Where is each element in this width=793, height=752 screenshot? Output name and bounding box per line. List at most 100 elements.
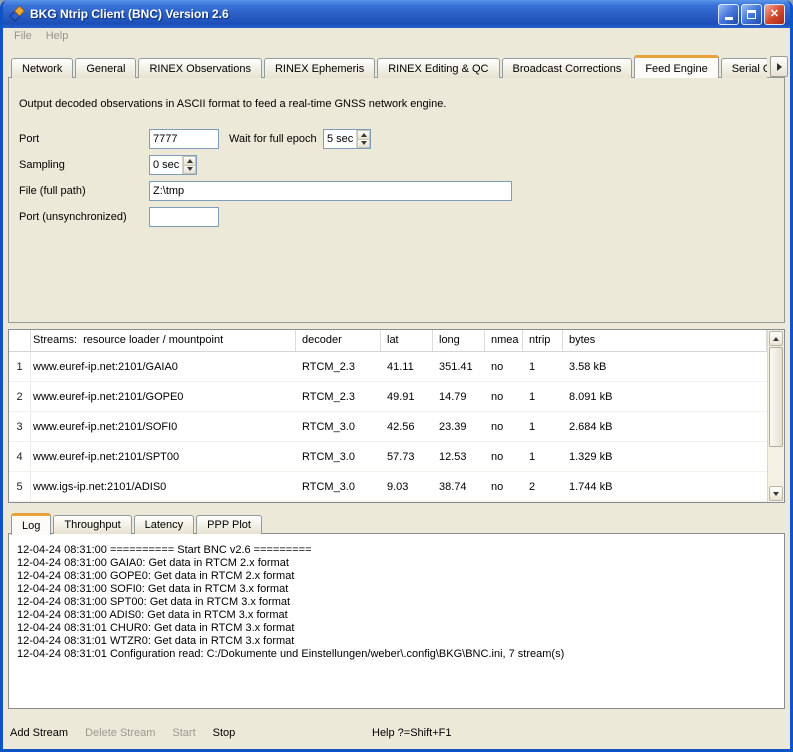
port-label: Port: [19, 129, 39, 149]
right-arrow-icon: [777, 63, 782, 71]
up-arrow-icon: [361, 133, 367, 137]
sampling-down-button[interactable]: [183, 166, 196, 175]
stream-row[interactable]: 1 www.euref-ip.net:2101/GAIA0 RTCM_2.3 4…: [9, 352, 767, 382]
tab[interactable]: RINEX Ephemeris: [264, 58, 375, 78]
stream-nmea-cell: no: [485, 352, 523, 381]
sampling-spinbox: 0 sec: [149, 155, 197, 175]
file-path-input[interactable]: [149, 181, 512, 201]
stream-source-cell: www.euref-ip.net:2101/SOFI0: [31, 412, 296, 441]
column-header-nmea[interactable]: nmea: [485, 330, 523, 351]
tab[interactable]: Serial Ou: [721, 58, 767, 78]
tab[interactable]: General: [75, 58, 136, 78]
column-header-long[interactable]: long: [433, 330, 485, 351]
up-arrow-icon: [187, 159, 193, 163]
feed-engine-panel: Output decoded observations in ASCII for…: [8, 77, 785, 323]
stream-nmea-cell: no: [485, 472, 523, 501]
toolbar-button[interactable]: Add Stream: [10, 724, 68, 742]
menubar: FileHelp: [3, 25, 790, 47]
spin-buttons: [182, 156, 196, 174]
help-shortcut-label: Help ?=Shift+F1: [372, 724, 452, 742]
log-line: 12-04-24 08:31:01 WTZR0: Get data in RTC…: [17, 635, 778, 648]
column-header-ntrip[interactable]: ntrip: [523, 330, 563, 351]
stream-row[interactable]: 2 www.euref-ip.net:2101/GOPE0 RTCM_2.3 4…: [9, 382, 767, 412]
port-unsync-input[interactable]: [149, 207, 219, 227]
stream-row[interactable]: 3 www.euref-ip.net:2101/SOFI0 RTCM_3.0 4…: [9, 412, 767, 442]
tab-scroll-right-button[interactable]: [770, 56, 788, 77]
row-number: 3: [9, 412, 31, 441]
stream-bytes-cell: 2.684 kB: [563, 412, 767, 441]
table-scrollbar[interactable]: [767, 330, 784, 502]
down-arrow-icon: [361, 141, 367, 145]
bottom-tab[interactable]: PPP Plot: [196, 515, 262, 534]
wait-epoch-spinbox: 5 sec: [323, 129, 371, 149]
toolbar-button[interactable]: Stop: [213, 724, 236, 742]
row-number: 1: [9, 352, 31, 381]
sampling-label: Sampling: [19, 155, 65, 175]
port-input[interactable]: [149, 129, 219, 149]
streams-table-body: 1 www.euref-ip.net:2101/GAIA0 RTCM_2.3 4…: [9, 352, 767, 502]
sampling-value[interactable]: 0 sec: [150, 156, 182, 174]
stream-nmea-cell: no: [485, 442, 523, 471]
toolbar-button: Start: [172, 724, 195, 742]
toolbar-buttons: Add StreamDelete StreamStartStop: [10, 727, 252, 739]
table-corner: [9, 330, 31, 351]
bottom-tab[interactable]: Latency: [134, 515, 195, 534]
bnc-window: BKG Ntrip Client (BNC) Version 2.6 ✕ Fil…: [0, 0, 793, 752]
column-header-bytes[interactable]: bytes: [563, 330, 767, 351]
streams-table-header: Streams: resource loader / mountpoint de…: [9, 330, 767, 352]
stream-decoder-cell: RTCM_3.0: [296, 412, 381, 441]
up-arrow-icon: [773, 337, 779, 341]
wait-epoch-up-button[interactable]: [357, 130, 370, 140]
log-line: 12-04-24 08:31:00 ========== Start BNC v…: [17, 544, 778, 557]
log-line: 12-04-24 08:31:01 CHUR0: Get data in RTC…: [17, 622, 778, 635]
wait-epoch-down-button[interactable]: [357, 140, 370, 149]
menu-item[interactable]: File: [7, 27, 39, 45]
log-line: 12-04-24 08:31:00 SPT00: Get data in RTC…: [17, 596, 778, 609]
tab[interactable]: Broadcast Corrections: [502, 58, 633, 78]
window-title: BKG Ntrip Client (BNC) Version 2.6: [30, 7, 718, 21]
bottom-tabbar: LogThroughputLatencyPPP Plot: [11, 511, 264, 534]
bottom-tab[interactable]: Log: [11, 513, 51, 535]
titlebar[interactable]: BKG Ntrip Client (BNC) Version 2.6 ✕: [0, 0, 793, 28]
scroll-up-button[interactable]: [769, 331, 783, 346]
wait-epoch-value[interactable]: 5 sec: [324, 130, 356, 148]
tab[interactable]: RINEX Observations: [138, 58, 261, 78]
stream-row[interactable]: 5 www.igs-ip.net:2101/ADIS0 RTCM_3.0 9.0…: [9, 472, 767, 502]
stream-bytes-cell: 1.744 kB: [563, 472, 767, 501]
column-header-source[interactable]: Streams: resource loader / mountpoint: [31, 330, 296, 351]
scrollbar-thumb[interactable]: [769, 347, 783, 447]
stream-row[interactable]: 4 www.euref-ip.net:2101/SPT00 RTCM_3.0 5…: [9, 442, 767, 472]
stream-nmea-cell: no: [485, 382, 523, 411]
stream-lat-cell: 41.11: [381, 352, 433, 381]
tab[interactable]: RINEX Editing & QC: [377, 58, 499, 78]
stream-decoder-cell: RTCM_3.0: [296, 472, 381, 501]
stream-lat-cell: 49.91: [381, 382, 433, 411]
menu-item[interactable]: Help: [39, 27, 76, 45]
log-line: 12-04-24 08:31:00 ADIS0: Get data in RTC…: [17, 609, 778, 622]
stream-source-cell: www.euref-ip.net:2101/SPT00: [31, 442, 296, 471]
log-line: 12-04-24 08:31:00 SOFI0: Get data in RTC…: [17, 583, 778, 596]
scroll-down-button[interactable]: [769, 486, 783, 501]
maximize-button[interactable]: [741, 4, 762, 25]
close-button[interactable]: ✕: [764, 4, 785, 25]
spin-buttons: [356, 130, 370, 148]
stream-ntrip-cell: 1: [523, 442, 563, 471]
tab[interactable]: Feed Engine: [634, 55, 718, 78]
column-header-decoder[interactable]: decoder: [296, 330, 381, 351]
stream-lat-cell: 9.03: [381, 472, 433, 501]
stream-bytes-cell: 8.091 kB: [563, 382, 767, 411]
stream-long-cell: 12.53: [433, 442, 485, 471]
streams-table: Streams: resource loader / mountpoint de…: [8, 329, 785, 503]
bottom-toolbar: Add StreamDelete StreamStartStop Help ?=…: [10, 724, 783, 742]
sampling-up-button[interactable]: [183, 156, 196, 166]
column-header-lat[interactable]: lat: [381, 330, 433, 351]
tab[interactable]: Network: [11, 58, 73, 78]
stream-lat-cell: 57.73: [381, 442, 433, 471]
stream-decoder-cell: RTCM_3.0: [296, 442, 381, 471]
bottom-tab[interactable]: Throughput: [53, 515, 131, 534]
minimize-button[interactable]: [718, 4, 739, 25]
stream-source-cell: www.euref-ip.net:2101/GAIA0: [31, 352, 296, 381]
wait-epoch-label: Wait for full epoch: [229, 129, 317, 149]
down-arrow-icon: [773, 492, 779, 496]
app-icon: [9, 6, 25, 22]
